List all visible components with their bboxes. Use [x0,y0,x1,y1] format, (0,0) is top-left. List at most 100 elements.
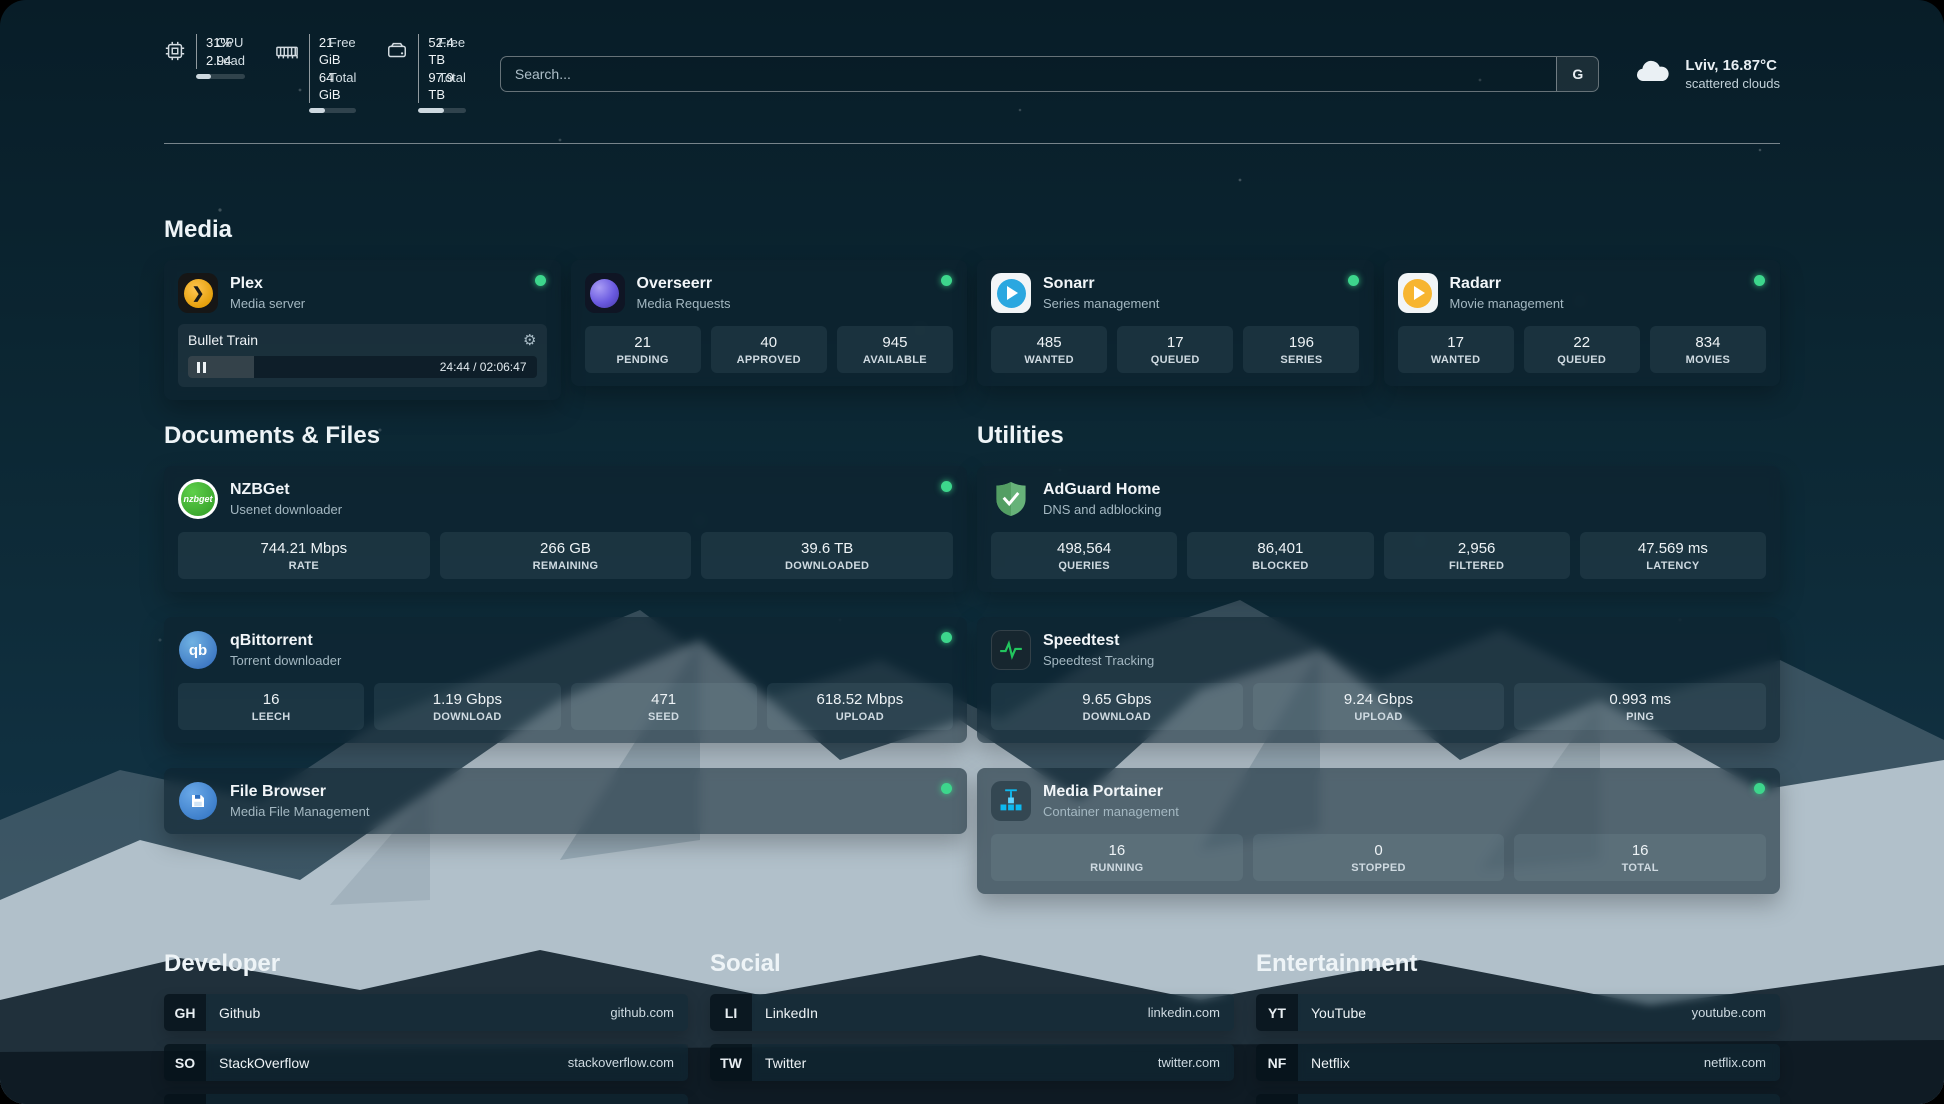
bookmark-name: Netflix [1298,1055,1350,1071]
metric-divider [309,34,310,103]
stat-upload: 618.52 Mbps UPLOAD [767,683,953,730]
bookmark-abbr: NF [1256,1044,1298,1081]
service-card-speedtest[interactable]: Speedtest Speedtest Tracking 9.65 Gbps D… [977,617,1780,743]
cpu-progress-bar [196,74,245,79]
app-name: Plex [230,275,305,293]
adguard-icon [991,479,1031,519]
bookmark-name: Twitter [752,1055,806,1071]
documents-column: nzbget NZBGet Usenet downloader 744.21 M… [164,466,967,834]
bookmark-twitter[interactable]: TW Twittertwitter.com [710,1044,1234,1081]
stat-latency: 47.569 ms LATENCY [1580,532,1766,579]
metric-divider [418,34,419,103]
memory-free-value: 21 GiB [319,34,320,68]
bookmark-abbr: LI [710,994,752,1031]
pause-icon[interactable] [197,362,206,373]
app-name: Speedtest [1043,632,1154,650]
dashboard-content: 31% CPU 2.94 Load [0,0,1944,1104]
filebrowser-icon [178,781,218,821]
service-card-filebrowser[interactable]: File Browser Media File Management [164,768,967,834]
stat-stopped: 0 STOPPED [1253,834,1505,881]
bookmark-netflix[interactable]: NF Netflixnetflix.com [1256,1044,1780,1081]
stat-available: 945 AVAILABLE [837,326,953,373]
service-card-overseerr[interactable]: Overseerr Media Requests 21 PENDING 40 A… [571,260,968,386]
stat-filtered: 2,956 FILTERED [1384,532,1570,579]
card-head: qb qBittorrent Torrent downloader [178,630,953,670]
gear-icon[interactable]: ⚙ [523,333,536,348]
media-card-grid: ❯ Plex Media server Bullet Train ⚙ 24:44 [164,260,1780,400]
bookmark-url: linkedin.com [1148,1005,1234,1020]
bookmark-abbr: YT [1256,994,1298,1031]
service-card-plex[interactable]: ❯ Plex Media server Bullet Train ⚙ 24:44 [164,260,561,400]
cpu-usage-label: CPU [216,34,245,51]
bookmark-abbr: GH [164,994,206,1031]
playback-time: 24:44 / 02:06:47 [440,360,527,374]
card-head: AdGuard Home DNS and adblocking [991,479,1766,519]
stat-ping: 0.993 ms PING [1514,683,1766,730]
status-dot [535,275,546,286]
bookmark-abbr: DT [164,1094,206,1104]
stat-queued: 22 QUEUED [1524,326,1640,373]
bookmark-youtube[interactable]: YT YouTubeyoutube.com [1256,994,1780,1031]
bookmark-column-developer: Developer GH Githubgithub.com SO StackOv… [164,950,688,1104]
app-name: Radarr [1450,275,1564,293]
bookmark-reddit[interactable]: RE Redditreddit.com [1256,1094,1780,1104]
memory-total-value: 64 GiB [319,69,320,103]
disk-icon [386,40,408,67]
speedtest-icon [991,630,1031,670]
bookmark-github[interactable]: GH Githubgithub.com [164,994,688,1031]
app-desc: Series management [1043,296,1159,311]
stat-series: 196 SERIES [1243,326,1359,373]
weather-location: Lviv, 16.87°C [1685,57,1780,74]
cpu-icon [164,40,186,67]
app-desc: Torrent downloader [230,653,341,668]
cpu-widget: 31% CPU 2.94 Load [164,34,245,113]
stat-download: 1.19 Gbps DOWNLOAD [374,683,560,730]
service-card-radarr[interactable]: Radarr Movie management 17 WANTED 22 QUE… [1384,260,1781,386]
stat-wanted: 485 WANTED [991,326,1107,373]
card-head: File Browser Media File Management [178,781,953,821]
stat-download: 9.65 Gbps DOWNLOAD [991,683,1243,730]
status-dot [1754,275,1765,286]
header-divider [164,143,1780,144]
card-head: nzbget NZBGet Usenet downloader [178,479,953,519]
app-name: AdGuard Home [1043,481,1162,499]
bookmark-abbr: SO [164,1044,206,1081]
service-card-sonarr[interactable]: Sonarr Series management 485 WANTED 17 Q… [977,260,1374,386]
app-desc: Container management [1043,804,1179,819]
app-name: NZBGet [230,481,342,499]
app-desc: Movie management [1450,296,1564,311]
disk-widget: 52.4 TB Free 97.9 TB Total [386,34,465,113]
search-input[interactable] [501,57,1556,91]
service-card-nzbget[interactable]: nzbget NZBGet Usenet downloader 744.21 M… [164,466,967,592]
stat-running: 16 RUNNING [991,834,1243,881]
service-card-qbittorrent[interactable]: qb qBittorrent Torrent downloader 16 LEE… [164,617,967,743]
search-bar: G [500,56,1599,92]
bookmark-column-social: Social LI LinkedInlinkedin.com TW Twitte… [710,950,1234,1081]
bookmark-stackoverflow[interactable]: SO StackOverflowstackoverflow.com [164,1044,688,1081]
bookmark-linkedin[interactable]: LI LinkedInlinkedin.com [710,994,1234,1031]
service-card-portainer[interactable]: Media Portainer Container management 16 … [977,768,1780,894]
bookmark-dev[interactable]: DT DEVdev.to [164,1094,688,1104]
app-name: Media Portainer [1043,783,1179,801]
weather-condition: scattered clouds [1685,76,1780,91]
now-playing-title: Bullet Train [188,332,258,348]
stats-row: 9.65 Gbps DOWNLOAD 9.24 Gbps UPLOAD 0.99… [991,683,1766,730]
stats-row: 744.21 Mbps RATE 266 GB REMAINING 39.6 T… [178,532,953,579]
status-dot [1348,275,1359,286]
search-provider-button[interactable]: G [1556,57,1598,91]
stats-row: 16 LEECH 1.19 Gbps DOWNLOAD 471 SEED 6 [178,683,953,730]
disk-free-value: 52.4 TB [428,34,429,68]
card-head: Speedtest Speedtest Tracking [991,630,1766,670]
stat-remaining: 266 GB REMAINING [440,532,692,579]
bookmark-abbr: RE [1256,1094,1298,1104]
plex-seek-bar[interactable]: 24:44 / 02:06:47 [188,356,537,378]
app-desc: Media server [230,296,305,311]
bookmark-abbr: TW [710,1044,752,1081]
stats-row: 16 RUNNING 0 STOPPED 16 TOTAL [991,834,1766,881]
stat-wanted: 17 WANTED [1398,326,1514,373]
stat-upload: 9.24 Gbps UPLOAD [1253,683,1505,730]
card-head: Overseerr Media Requests [585,273,954,313]
service-card-adguard[interactable]: AdGuard Home DNS and adblocking 498,564 … [977,466,1780,592]
stat-leech: 16 LEECH [178,683,364,730]
status-dot [941,275,952,286]
